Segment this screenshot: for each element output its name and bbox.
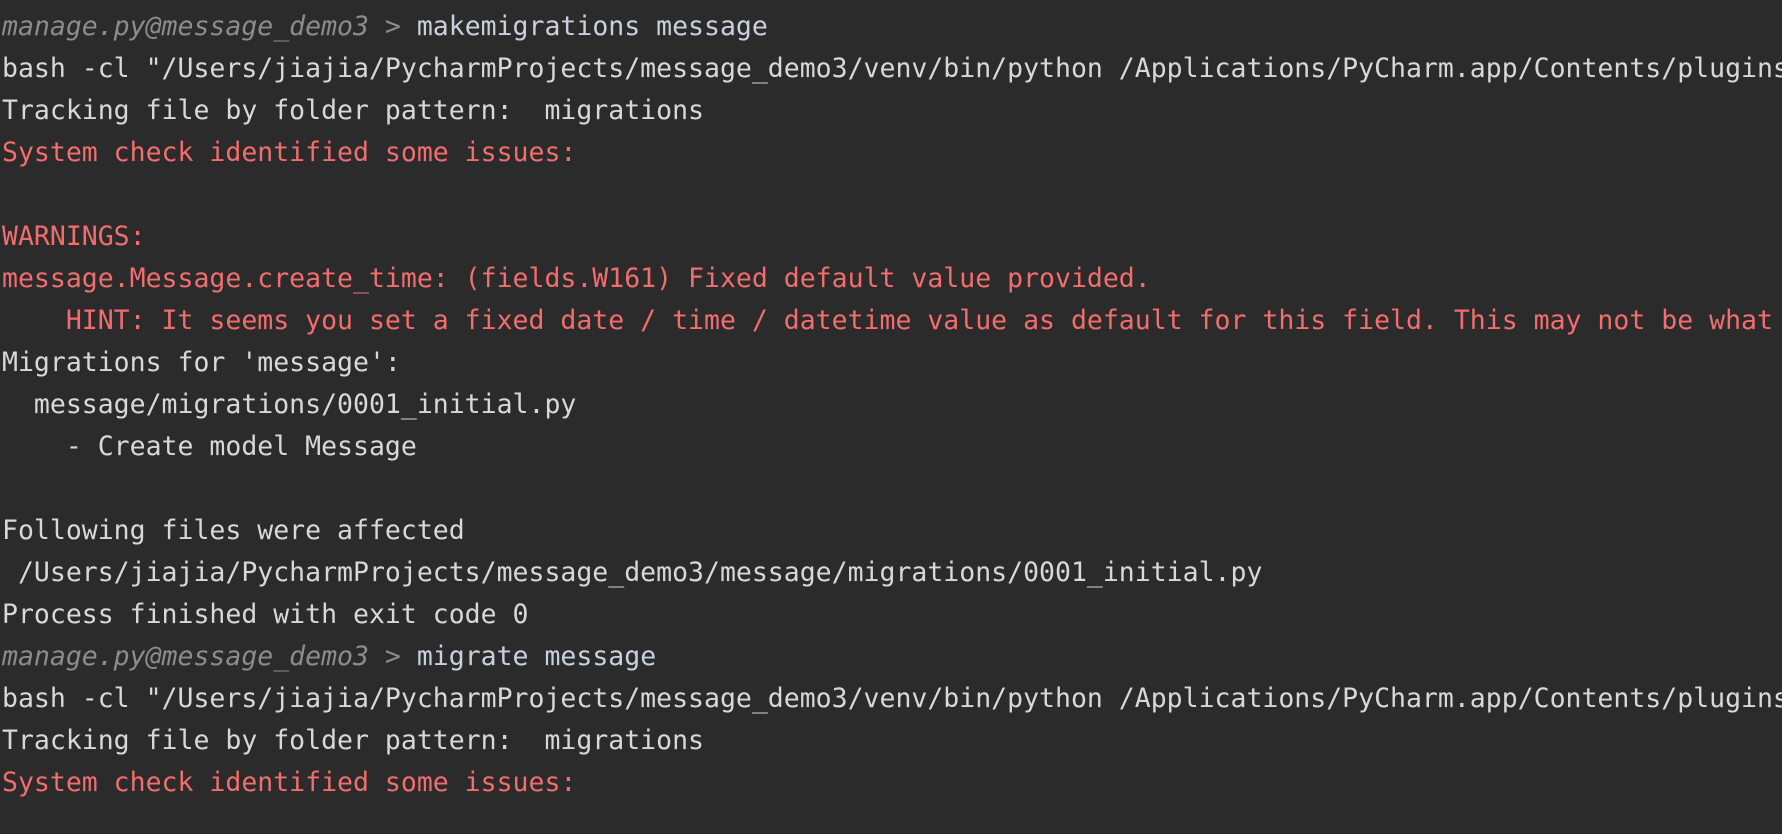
console-line: - Create model Message [2, 431, 417, 462]
console-line: Following files were affected [2, 515, 465, 546]
prompt-prefix: manage.py@message_demo3 > [2, 641, 417, 672]
console-line: Process finished with exit code 0 [2, 599, 529, 630]
console-line: message/migrations/0001_initial.py [2, 389, 577, 420]
console-line: Tracking file by folder pattern: migrati… [2, 95, 704, 126]
run-console-output[interactable]: manage.py@message_demo3 > makemigrations… [0, 0, 1782, 834]
console-line: /Users/jiajia/PycharmProjects/message_de… [2, 557, 1263, 588]
console-error-line: System check identified some issues: [2, 767, 577, 798]
console-line: bash -cl "/Users/jiajia/PycharmProjects/… [2, 53, 1782, 84]
console-line: bash -cl "/Users/jiajia/PycharmProjects/… [2, 683, 1782, 714]
console-error-line: System check identified some issues: [2, 137, 577, 168]
prompt-command: migrate message [416, 641, 657, 672]
prompt-command: makemigrations message [416, 11, 768, 42]
console-error-line: WARNINGS: [2, 221, 146, 252]
prompt-line: manage.py@message_demo3 > migrate messag… [0, 636, 1782, 678]
console-line: Migrations for 'message': [2, 347, 401, 378]
prompt-prefix: manage.py@message_demo3 > [2, 11, 417, 42]
console-line: Tracking file by folder pattern: migrati… [2, 725, 704, 756]
console-error-line: HINT: It seems you set a fixed date / ti… [2, 305, 1773, 336]
prompt-line: manage.py@message_demo3 > makemigrations… [0, 6, 1782, 48]
console-error-line: message.Message.create_time: (fields.W16… [2, 263, 1151, 294]
